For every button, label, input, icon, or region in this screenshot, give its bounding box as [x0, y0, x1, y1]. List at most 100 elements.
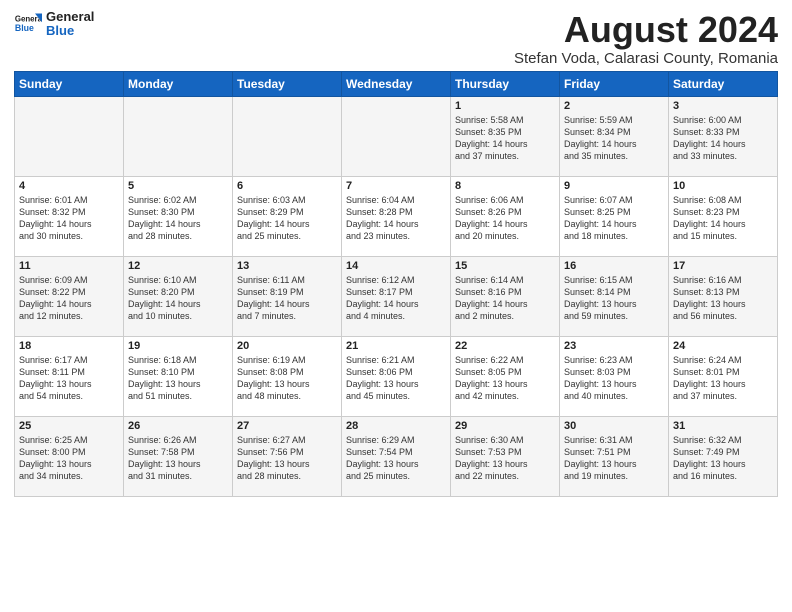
day-info: Sunrise: 6:14 AM Sunset: 8:16 PM Dayligh…: [455, 274, 555, 323]
day-number: 21: [346, 340, 446, 352]
week-row-1: 1Sunrise: 5:58 AM Sunset: 8:35 PM Daylig…: [15, 96, 778, 176]
calendar-cell: 11 Sunrise: 6:09 AM Sunset: 8:22 PM Dayli…: [15, 256, 124, 336]
title-block: August 2024 Stefan Voda, Calarasi County…: [514, 10, 778, 67]
day-number: 10: [673, 180, 773, 192]
svg-text:Blue: Blue: [15, 23, 34, 33]
calendar-cell: [233, 96, 342, 176]
day-info: Sunrise: 6:24 AM Sunset: 8:01 PM Dayligh…: [673, 354, 773, 403]
day-number: 28: [346, 420, 446, 432]
calendar-cell: 9 Sunrise: 6:07 AM Sunset: 8:25 PM Daylig…: [560, 176, 669, 256]
day-number: 4: [19, 180, 119, 192]
location-subtitle: Stefan Voda, Calarasi County, Romania: [514, 50, 778, 67]
calendar-cell: 26 Sunrise: 6:26 AM Sunset: 7:58 PM Dayli…: [124, 416, 233, 496]
day-info: Sunrise: 6:23 AM Sunset: 8:03 PM Dayligh…: [564, 354, 664, 403]
day-info: Sunrise: 6:03 AM Sunset: 8:29 PM Dayligh…: [237, 194, 337, 243]
calendar-cell: 6 Sunrise: 6:03 AM Sunset: 8:29 PM Daylig…: [233, 176, 342, 256]
day-info: Sunrise: 6:12 AM Sunset: 8:17 PM Dayligh…: [346, 274, 446, 323]
calendar-cell: 8Sunrise: 6:06 AM Sunset: 8:26 PM Daylig…: [451, 176, 560, 256]
day-number: 22: [455, 340, 555, 352]
header-cell-monday: Monday: [124, 71, 233, 96]
day-info: Sunrise: 6:17 AM Sunset: 8:11 PM Dayligh…: [19, 354, 119, 403]
day-info: Sunrise: 6:22 AM Sunset: 8:05 PM Dayligh…: [455, 354, 555, 403]
header-cell-sunday: Sunday: [15, 71, 124, 96]
calendar-cell: 25Sunrise: 6:25 AM Sunset: 8:00 PM Dayli…: [15, 416, 124, 496]
header-cell-tuesday: Tuesday: [233, 71, 342, 96]
calendar-cell: 15 Sunrise: 6:14 AM Sunset: 8:16 PM Dayli…: [451, 256, 560, 336]
header-cell-saturday: Saturday: [669, 71, 778, 96]
day-info: Sunrise: 6:16 AM Sunset: 8:13 PM Dayligh…: [673, 274, 773, 323]
day-info: Sunrise: 6:04 AM Sunset: 8:28 PM Dayligh…: [346, 194, 446, 243]
calendar-cell: 5 Sunrise: 6:02 AM Sunset: 8:30 PM Daylig…: [124, 176, 233, 256]
day-number: 5: [128, 180, 228, 192]
day-info: Sunrise: 6:31 AM Sunset: 7:51 PM Dayligh…: [564, 434, 664, 483]
day-number: 3: [673, 100, 773, 112]
day-info: Sunrise: 6:09 AM Sunset: 8:22 PM Dayligh…: [19, 274, 119, 323]
calendar-cell: 28 Sunrise: 6:29 AM Sunset: 7:54 PM Dayli…: [342, 416, 451, 496]
day-number: 18: [19, 340, 119, 352]
day-info: Sunrise: 6:19 AM Sunset: 8:08 PM Dayligh…: [237, 354, 337, 403]
day-number: 24: [673, 340, 773, 352]
day-info: Sunrise: 6:11 AM Sunset: 8:19 PM Dayligh…: [237, 274, 337, 323]
calendar-cell: 29Sunrise: 6:30 AM Sunset: 7:53 PM Dayli…: [451, 416, 560, 496]
page-container: General Blue General Blue August 2024 St…: [0, 0, 792, 503]
day-number: 15: [455, 260, 555, 272]
day-number: 31: [673, 420, 773, 432]
calendar-cell: [124, 96, 233, 176]
calendar-cell: 17Sunrise: 6:16 AM Sunset: 8:13 PM Dayli…: [669, 256, 778, 336]
day-info: Sunrise: 6:08 AM Sunset: 8:23 PM Dayligh…: [673, 194, 773, 243]
logo-text-block: General Blue: [46, 10, 94, 39]
header-row: SundayMondayTuesdayWednesdayThursdayFrid…: [15, 71, 778, 96]
calendar-cell: 16 Sunrise: 6:15 AM Sunset: 8:14 PM Dayli…: [560, 256, 669, 336]
logo-line1: General: [46, 10, 94, 24]
calendar-cell: [342, 96, 451, 176]
calendar-cell: 21 Sunrise: 6:21 AM Sunset: 8:06 PM Dayli…: [342, 336, 451, 416]
week-row-3: 11 Sunrise: 6:09 AM Sunset: 8:22 PM Dayli…: [15, 256, 778, 336]
day-info: Sunrise: 6:07 AM Sunset: 8:25 PM Dayligh…: [564, 194, 664, 243]
day-number: 9: [564, 180, 664, 192]
day-info: Sunrise: 6:15 AM Sunset: 8:14 PM Dayligh…: [564, 274, 664, 323]
day-number: 30: [564, 420, 664, 432]
day-info: Sunrise: 6:25 AM Sunset: 8:00 PM Dayligh…: [19, 434, 119, 483]
week-row-2: 4 Sunrise: 6:01 AM Sunset: 8:32 PM Daylig…: [15, 176, 778, 256]
calendar-cell: 4 Sunrise: 6:01 AM Sunset: 8:32 PM Daylig…: [15, 176, 124, 256]
day-number: 19: [128, 340, 228, 352]
calendar-cell: 24 Sunrise: 6:24 AM Sunset: 8:01 PM Dayli…: [669, 336, 778, 416]
header-cell-wednesday: Wednesday: [342, 71, 451, 96]
day-number: 14: [346, 260, 446, 272]
calendar-cell: 3Sunrise: 6:00 AM Sunset: 8:33 PM Daylig…: [669, 96, 778, 176]
day-number: 26: [128, 420, 228, 432]
day-number: 20: [237, 340, 337, 352]
day-number: 8: [455, 180, 555, 192]
day-number: 16: [564, 260, 664, 272]
calendar-cell: 22 Sunrise: 6:22 AM Sunset: 8:05 PM Dayli…: [451, 336, 560, 416]
day-info: Sunrise: 6:18 AM Sunset: 8:10 PM Dayligh…: [128, 354, 228, 403]
day-info: Sunrise: 6:32 AM Sunset: 7:49 PM Dayligh…: [673, 434, 773, 483]
calendar-cell: 1Sunrise: 5:58 AM Sunset: 8:35 PM Daylig…: [451, 96, 560, 176]
calendar-cell: 23Sunrise: 6:23 AM Sunset: 8:03 PM Dayli…: [560, 336, 669, 416]
day-info: Sunrise: 6:29 AM Sunset: 7:54 PM Dayligh…: [346, 434, 446, 483]
logo-line2: Blue: [46, 24, 94, 38]
day-info: Sunrise: 6:30 AM Sunset: 7:53 PM Dayligh…: [455, 434, 555, 483]
day-info: Sunrise: 6:02 AM Sunset: 8:30 PM Dayligh…: [128, 194, 228, 243]
day-number: 7: [346, 180, 446, 192]
calendar-cell: 2 Sunrise: 5:59 AM Sunset: 8:34 PM Daylig…: [560, 96, 669, 176]
calendar-cell: 20 Sunrise: 6:19 AM Sunset: 8:08 PM Dayli…: [233, 336, 342, 416]
month-title: August 2024: [514, 10, 778, 50]
calendar-cell: 19 Sunrise: 6:18 AM Sunset: 8:10 PM Dayli…: [124, 336, 233, 416]
day-number: 1: [455, 100, 555, 112]
calendar-cell: 13Sunrise: 6:11 AM Sunset: 8:19 PM Dayli…: [233, 256, 342, 336]
day-info: Sunrise: 6:01 AM Sunset: 8:32 PM Dayligh…: [19, 194, 119, 243]
calendar-cell: 7 Sunrise: 6:04 AM Sunset: 8:28 PM Daylig…: [342, 176, 451, 256]
day-number: 6: [237, 180, 337, 192]
day-number: 2: [564, 100, 664, 112]
week-row-4: 18 Sunrise: 6:17 AM Sunset: 8:11 PM Dayli…: [15, 336, 778, 416]
calendar-cell: 18 Sunrise: 6:17 AM Sunset: 8:11 PM Dayli…: [15, 336, 124, 416]
day-info: Sunrise: 5:59 AM Sunset: 8:34 PM Dayligh…: [564, 114, 664, 163]
calendar-cell: 30 Sunrise: 6:31 AM Sunset: 7:51 PM Dayli…: [560, 416, 669, 496]
day-number: 11: [19, 260, 119, 272]
day-info: Sunrise: 6:26 AM Sunset: 7:58 PM Dayligh…: [128, 434, 228, 483]
logo: General Blue General Blue: [14, 10, 94, 39]
calendar-cell: 27Sunrise: 6:27 AM Sunset: 7:56 PM Dayli…: [233, 416, 342, 496]
day-info: Sunrise: 6:21 AM Sunset: 8:06 PM Dayligh…: [346, 354, 446, 403]
calendar-cell: 10 Sunrise: 6:08 AM Sunset: 8:23 PM Dayli…: [669, 176, 778, 256]
